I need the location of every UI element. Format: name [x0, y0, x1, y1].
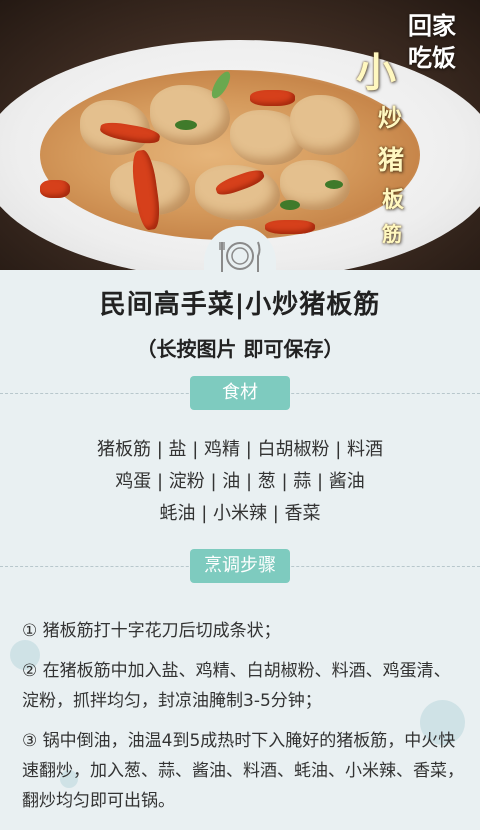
ingredient-line: 鸡蛋 | 淀粉 | 油 | 葱 | 蒜 | 酱油 [115, 471, 365, 492]
steps-list: ① 猪板筋打十字花刀后切成条状； ② 在猪板筋中加入盐、鸡精、白胡椒粉、料酒、鸡… [22, 616, 464, 826]
plate-fork-knife-icon [219, 241, 261, 272]
ingredient-line: 蚝油 | 小米辣 | 香菜 [159, 503, 321, 524]
photo-title-calligraphy: 小 炒 猪 板 筋 [356, 49, 405, 246]
steps-label: 烹调步骤 [190, 549, 290, 583]
step-item: ① 猪板筋打十字花刀后切成条状； [22, 621, 281, 641]
step-item: ② 在猪板筋中加入盐、鸡精、白胡椒粉、料酒、鸡蛋清、淀粉，抓拌均匀，封凉油腌制3… [22, 661, 451, 711]
page-title: 民间高手菜|小炒猪板筋 [99, 290, 381, 320]
ingredients-list: 猪板筋 | 盐 | 鸡精 | 白胡椒粉 | 料酒 鸡蛋 | 淀粉 | 油 | 葱… [0, 434, 480, 530]
ingredients-label: 食材 [190, 376, 290, 410]
step-item: ③ 锅中倒油，油温4到5成热时下入腌好的猪板筋，中火快速翻炒，加入葱、蒜、酱油、… [22, 731, 464, 811]
ingredient-line: 猪板筋 | 盐 | 鸡精 | 白胡椒粉 | 料酒 [96, 439, 384, 460]
page-subtitle: （长按图片 即可保存） [136, 337, 344, 361]
